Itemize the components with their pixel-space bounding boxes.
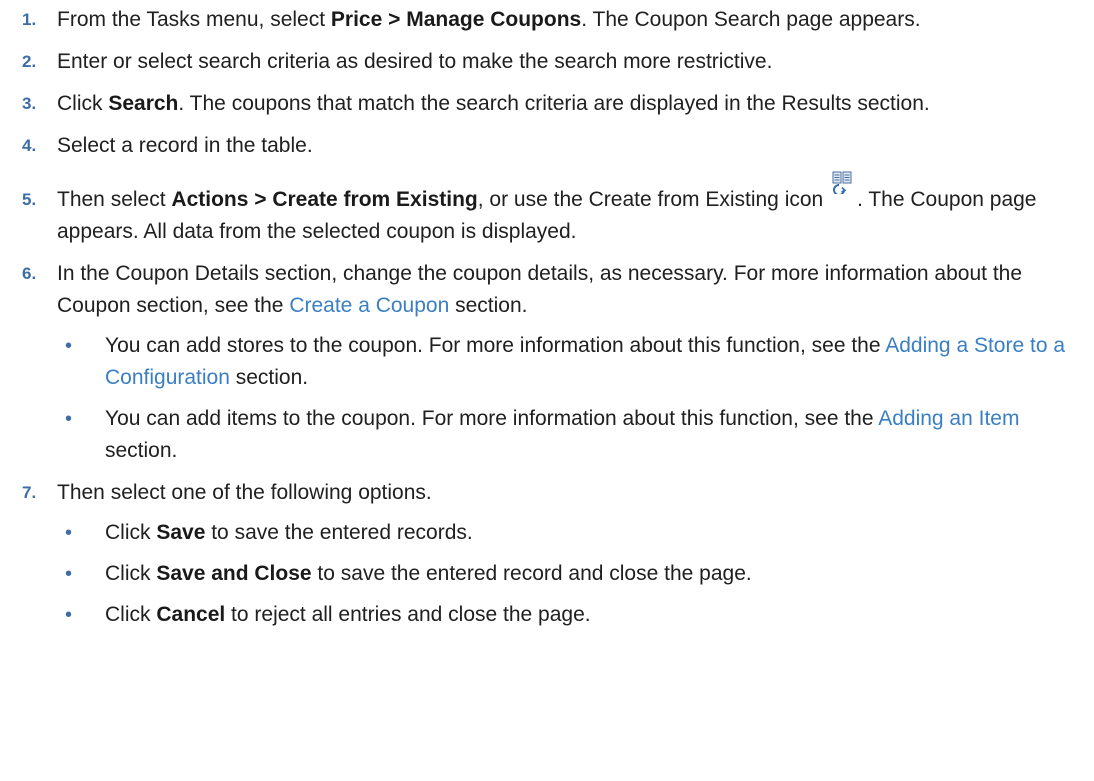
step-text: Enter or select search criteria as desir… — [57, 50, 773, 73]
step-number: 3. — [22, 94, 37, 113]
step-6: 6. In the Coupon Details section, change… — [0, 258, 1094, 467]
sub-bullet-list: • You can add stores to the coupon. For … — [57, 330, 1074, 467]
list-item-text: You can add stores to the coupon. For mo… — [105, 334, 886, 357]
bullet-icon: • — [65, 408, 73, 430]
list-item: • Click Save and Close to save the enter… — [57, 558, 1074, 590]
sub-bullet-list: • Click Save to save the entered records… — [57, 517, 1074, 631]
step-number: 2. — [22, 52, 37, 71]
step-7: 7. Then select one of the following opti… — [0, 477, 1094, 631]
adding-an-item-link[interactable]: Adding an Item — [878, 407, 1019, 430]
bullet-icon: • — [65, 522, 73, 544]
step-text-segment: Click — [57, 92, 109, 115]
bullet-icon: • — [65, 563, 73, 585]
button-name: Save and Close — [156, 562, 312, 585]
list-item-text: Click — [105, 521, 157, 544]
list-item-text: section. — [229, 366, 309, 389]
step-text: Select a record in the table. — [57, 134, 313, 157]
step-number: 1. — [22, 10, 37, 29]
create-from-existing-icon — [831, 170, 855, 196]
menu-path: Price > Manage Coupons — [330, 8, 582, 31]
list-item-text: You can add items to the coupon. For mor… — [105, 407, 879, 430]
button-name: Save — [156, 521, 206, 544]
procedure-document: 1. From the Tasks menu, select Price > M… — [0, 0, 1094, 631]
step-4: 4. Select a record in the table. — [0, 130, 1094, 162]
button-name: Search — [108, 92, 179, 115]
list-item-text: Click — [105, 603, 157, 626]
step-text-segment: In the Coupon Details section, change th… — [57, 262, 1023, 317]
menu-path: Actions > Create from Existing — [171, 188, 478, 211]
step-5: 5. Then select Actions > Create from Exi… — [0, 171, 1094, 248]
step-text-segment: section. — [449, 294, 528, 317]
step-text-segment: . The Coupon Search page appears. — [581, 8, 921, 31]
step-1: 1. From the Tasks menu, select Price > M… — [0, 4, 1094, 36]
bullet-icon: • — [65, 604, 73, 626]
step-text: Then select Actions > Create from Existi… — [57, 171, 1037, 243]
list-item-text: section. — [105, 439, 178, 462]
list-item-text: Click — [105, 562, 157, 585]
step-number: 7. — [22, 483, 37, 502]
step-text: In the Coupon Details section, change th… — [57, 262, 1022, 317]
button-name: Cancel — [156, 603, 226, 626]
step-text: From the Tasks menu, select Price > Mana… — [57, 8, 921, 31]
step-text-segment: Then select — [57, 188, 172, 211]
step-text: Then select one of the following options… — [57, 481, 432, 504]
step-2: 2. Enter or select search criteria as de… — [0, 46, 1094, 78]
list-item: • You can add items to the coupon. For m… — [57, 403, 1074, 467]
step-text-segment: From the Tasks menu, select — [57, 8, 331, 31]
step-3: 3. Click Search. The coupons that match … — [0, 88, 1094, 120]
step-number: 5. — [22, 190, 37, 209]
create-a-coupon-link[interactable]: Create a Coupon — [289, 294, 449, 317]
list-item: • You can add stores to the coupon. For … — [57, 330, 1074, 394]
list-item-text: to save the entered record and close the… — [311, 562, 752, 585]
list-item-text: to reject all entries and close the page… — [225, 603, 591, 626]
list-item: • Click Cancel to reject all entries and… — [57, 599, 1074, 631]
step-text-segment: , or use the Create from Existing icon — [477, 188, 830, 211]
bullet-icon: • — [65, 335, 73, 357]
step-number: 6. — [22, 264, 37, 283]
list-item-text: to save the entered records. — [205, 521, 473, 544]
step-number: 4. — [22, 136, 37, 155]
step-text-segment: . The coupons that match the search crit… — [178, 92, 930, 115]
list-item: • Click Save to save the entered records… — [57, 517, 1074, 549]
step-text: Click Search. The coupons that match the… — [57, 92, 930, 115]
